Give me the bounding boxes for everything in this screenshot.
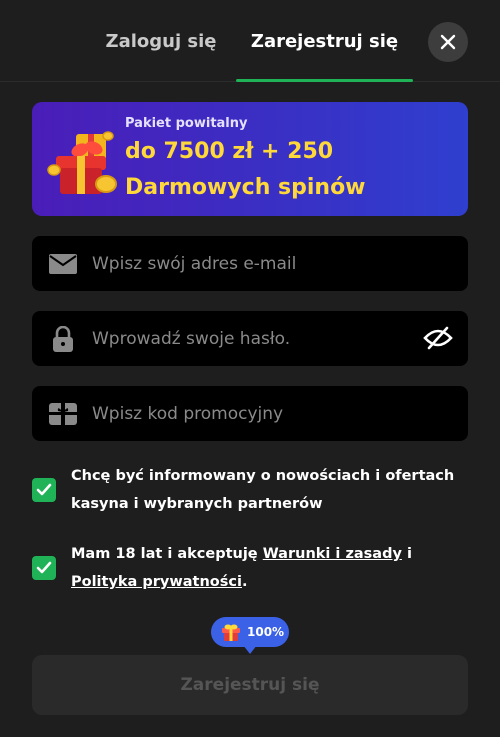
gift-icon	[222, 624, 240, 641]
registration-modal: Zaloguj się Zarejestruj się Pakiet powit…	[0, 0, 500, 737]
promo-field-container	[32, 386, 468, 441]
terms-checkbox[interactable]	[32, 556, 56, 580]
checkmark-icon	[36, 561, 52, 574]
newsletter-consent-row: Chcę być informowany o nowościach i ofer…	[32, 462, 468, 520]
newsletter-checkbox[interactable]	[32, 478, 56, 502]
register-submit-button[interactable]: Zarejestruj się	[32, 655, 468, 715]
tooltip-arrow	[243, 645, 257, 654]
email-field[interactable]	[92, 236, 392, 291]
promo-code-field[interactable]	[92, 386, 392, 441]
tab-login[interactable]: Zaloguj się	[86, 0, 236, 82]
newsletter-consent-label: Chcę być informowany o nowościach i ofer…	[71, 468, 455, 512]
bonus-spins: Darmowych spinów	[125, 175, 366, 200]
password-field-container	[32, 311, 468, 366]
checkmark-icon	[36, 483, 52, 496]
gift-icon	[47, 131, 117, 194]
close-icon	[440, 34, 456, 50]
eye-off-icon[interactable]	[422, 323, 454, 353]
bonus-progress-tooltip: 100%	[211, 617, 289, 647]
welcome-bonus-banner: Pakiet powitalny do 7500 zł + 250 Darmow…	[32, 102, 468, 216]
close-button[interactable]	[428, 22, 468, 62]
terms-text-after: .	[241, 574, 248, 590]
progress-percent: 100%	[247, 625, 285, 639]
terms-text-before: Mam 18 lat i akceptuję	[71, 546, 263, 562]
active-tab-indicator	[236, 79, 413, 82]
envelope-icon	[48, 250, 78, 278]
auth-tabs: Zaloguj się Zarejestruj się	[0, 0, 500, 82]
tab-register[interactable]: Zarejestruj się	[236, 0, 413, 82]
terms-consent-row: Mam 18 lat i akceptuję Warunki i zasady …	[32, 540, 468, 598]
lock-icon	[48, 325, 78, 353]
bonus-subtitle: Pakiet powitalny	[125, 116, 248, 131]
terms-link[interactable]: Warunki i zasady	[263, 546, 402, 562]
terms-consent-label: Mam 18 lat i akceptuję Warunki i zasady …	[71, 540, 468, 596]
password-field[interactable]	[92, 311, 392, 366]
terms-text-middle: i	[401, 546, 412, 562]
bonus-amount: do 7500 zł + 250	[125, 139, 334, 164]
gift-card-icon	[48, 400, 78, 428]
email-field-container	[32, 236, 468, 291]
privacy-link[interactable]: Polityka prywatności	[71, 574, 242, 590]
